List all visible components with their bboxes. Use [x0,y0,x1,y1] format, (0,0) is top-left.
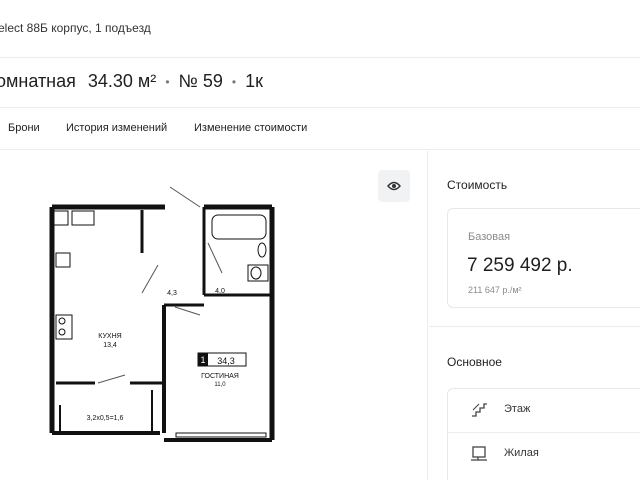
section-divider [429,326,640,327]
apartment-type: омнатная [0,71,76,91]
apartment-number: № 59 [178,71,223,91]
kitchen-area: 13,4 [103,342,117,349]
page-header: омнатная 34.30 м² • № 59 • 1к [0,58,640,108]
info-sidebar: Стоимость Базовая 7 259 492 р. 211 647 р… [429,151,640,480]
tab-price-changes[interactable]: Изменение стоимости [194,122,307,134]
main-section-title: Основное [447,355,502,369]
eye-icon [387,181,401,191]
base-price-value: 7 259 492 р. [467,255,573,276]
view-toggle-button[interactable] [378,170,410,202]
living-area: 11,0 [214,382,226,388]
price-per-m2: 211 647 р./м² [468,285,522,295]
breadcrumb-text: elect 88Б корпус, 1 подъезд [0,21,151,35]
room-icon [471,446,487,461]
info-row-floor: Этаж [448,389,640,431]
tab-bookings[interactable]: Брони [8,122,40,134]
room-count-badge: 1 [200,355,205,365]
tab-bar: Брони История изменений Изменение стоимо… [0,108,640,150]
info-row-living: Жилая [448,433,640,475]
page-title: омнатная 34.30 м² • № 59 • 1к [0,71,263,92]
kitchen-label: КУХНЯ [98,333,121,340]
living-area-label: Жилая [504,447,539,459]
floor-label: Этаж [504,403,531,415]
hall-area: 4,3 [167,290,177,297]
floor-plan: КУХНЯ 13,4 4,3 4,0 1 34,3 ГОСТИНАЯ 11,0 … [49,186,275,442]
bath-area: 4,0 [215,288,225,295]
base-price-label: Базовая [468,231,511,243]
cost-section-title: Стоимость [447,178,508,192]
stairs-icon [472,403,487,417]
apartment-area: 34.30 м² [87,71,157,91]
tab-history[interactable]: История изменений [66,122,167,134]
total-area-badge: 34,3 [217,356,235,366]
apartment-rooms: 1к [245,71,263,91]
balcony-label: 3,2x0,5=1,6 [87,415,124,422]
main-info-card: Этаж Жилая [447,388,640,480]
title-separator: • [231,74,237,89]
title-separator: • [165,74,170,89]
base-price-card: Базовая 7 259 492 р. 211 647 р./м² [447,208,640,308]
breadcrumb: elect 88Б корпус, 1 подъезд [0,0,640,58]
living-label: ГОСТИНАЯ [201,373,239,380]
